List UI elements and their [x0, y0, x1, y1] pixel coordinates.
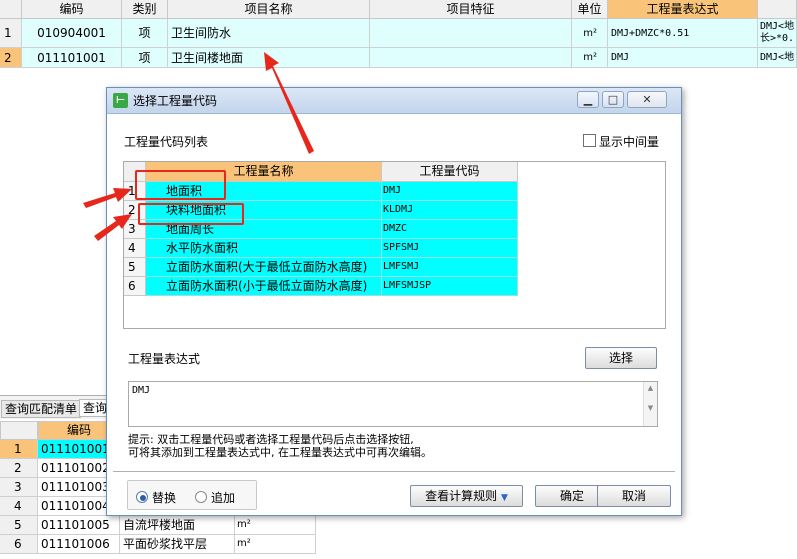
radio-append[interactable]: [195, 491, 207, 503]
list-row-number[interactable]: 4: [124, 239, 146, 258]
close-button[interactable]: ✕: [627, 91, 667, 108]
code-list-label: 工程量代码列表: [124, 135, 209, 149]
view-rules-label: 查看计算规则: [425, 489, 498, 503]
row-number: 1: [0, 19, 22, 48]
chevron-down-icon: ▼: [500, 493, 508, 503]
annotation-box-block-area: [138, 203, 244, 225]
row-extra[interactable]: DMJ<地长>*0.: [758, 19, 797, 48]
radio-dot: [140, 495, 146, 501]
row-number: 2: [0, 48, 22, 68]
show-intermediate-label: 显示中间量: [599, 135, 660, 149]
minimize-button[interactable]: ▁: [577, 91, 599, 108]
maximize-button[interactable]: □: [602, 91, 624, 108]
row-expression[interactable]: DMJ: [608, 48, 758, 68]
show-intermediate-checkbox[interactable]: [583, 134, 596, 147]
list-row-code[interactable]: LMFSMJ: [382, 258, 518, 277]
scroll-down-icon[interactable]: ▼: [644, 402, 657, 414]
list-row-number[interactable]: 5: [124, 258, 146, 277]
list-col-header-code[interactable]: 工程量代码: [382, 162, 518, 182]
col-header-feature[interactable]: 项目特征: [370, 0, 572, 19]
tab-query-match-list[interactable]: 查询匹配清单: [1, 400, 82, 418]
hint-line-1: 提示: 双击工程量代码或者选择工程量代码后点击选择按钮,: [128, 433, 414, 446]
row-extra[interactable]: DMJ<地: [758, 48, 797, 68]
hint-line-2: 可将其添加到工程量表达式中, 在工程量表达式中可再次编辑。: [128, 446, 432, 459]
radio-replace[interactable]: [136, 491, 148, 503]
row-type[interactable]: 项: [122, 19, 168, 48]
col-header-unit[interactable]: 单位: [572, 0, 608, 19]
row-type[interactable]: 项: [122, 48, 168, 68]
row-name[interactable]: 卫生间楼地面: [168, 48, 370, 68]
query-grid-corner: [0, 421, 38, 440]
row-feature[interactable]: [370, 48, 572, 68]
radio-append-label: 追加: [211, 491, 236, 505]
cancel-button[interactable]: 取消: [597, 485, 671, 507]
expression-scrollbar[interactable]: ▲ ▼: [643, 382, 657, 426]
expression-label: 工程量表达式: [128, 352, 201, 366]
query-row-number[interactable]: 1: [0, 440, 38, 459]
app-icon: ⊢: [113, 93, 128, 108]
list-row-code[interactable]: SPFSMJ: [382, 239, 518, 258]
row-code[interactable]: 011101001: [22, 48, 122, 68]
col-header-name[interactable]: 项目名称: [168, 0, 370, 19]
query-row-number[interactable]: 4: [0, 497, 38, 516]
col-header-type[interactable]: 类别: [122, 0, 168, 19]
list-row-name[interactable]: 立面防水面积(小于最低立面防水高度): [146, 277, 382, 296]
row-name[interactable]: 卫生间防水: [168, 19, 370, 48]
query-row-number[interactable]: 3: [0, 478, 38, 497]
radio-replace-label: 替换: [152, 491, 177, 505]
col-header-extra[interactable]: [758, 0, 797, 19]
query-row-number[interactable]: 6: [0, 535, 38, 554]
col-header-expression[interactable]: 工程量表达式: [608, 0, 758, 19]
row-expression[interactable]: DMJ+DMZC*0.51: [608, 19, 758, 48]
list-row-name[interactable]: 水平防水面积: [146, 239, 382, 258]
list-row-code[interactable]: KLDMJ: [382, 201, 518, 220]
row-feature[interactable]: [370, 19, 572, 48]
select-quantity-code-dialog: ⊢ 选择工程量代码 ▁ □ ✕ 工程量代码列表 显示中间量 工程量名称 工程量代…: [106, 87, 682, 516]
row-code[interactable]: 010904001: [22, 19, 122, 48]
grid-corner: [0, 0, 22, 19]
row-unit[interactable]: m²: [572, 48, 608, 68]
row-unit[interactable]: m²: [572, 19, 608, 48]
list-row-code[interactable]: DMZC: [382, 220, 518, 239]
list-row-code[interactable]: DMJ: [382, 182, 518, 201]
dialog-title: 选择工程量代码: [133, 94, 218, 108]
query-row-code[interactable]: 011101006: [38, 535, 120, 554]
select-button[interactable]: 选择: [585, 347, 657, 369]
scroll-up-icon[interactable]: ▲: [644, 382, 657, 394]
expression-textarea[interactable]: DMJ ▲ ▼: [128, 381, 658, 427]
query-row-number[interactable]: 2: [0, 459, 38, 478]
query-row-name[interactable]: 自流坪楼地面: [120, 516, 235, 535]
query-row-unit[interactable]: m²: [235, 516, 316, 535]
col-header-code[interactable]: 编码: [22, 0, 122, 19]
list-row-number[interactable]: 6: [124, 277, 146, 296]
expression-value: DMJ: [132, 385, 151, 396]
list-row-code[interactable]: LMFSMJSP: [382, 277, 518, 296]
query-row-number[interactable]: 5: [0, 516, 38, 535]
divider: [113, 471, 675, 472]
list-row-name[interactable]: 立面防水面积(大于最低立面防水高度): [146, 258, 382, 277]
close-icon: ✕: [642, 93, 652, 106]
minimize-icon: ▁: [583, 93, 593, 106]
query-row-unit[interactable]: m²: [235, 535, 316, 554]
dialog-titlebar[interactable]: ⊢ 选择工程量代码 ▁ □ ✕: [107, 88, 681, 114]
maximize-icon: □: [607, 93, 619, 106]
annotation-box-area: [135, 170, 226, 200]
query-row-code[interactable]: 011101005: [38, 516, 120, 535]
view-rules-button[interactable]: 查看计算规则 ▼: [410, 485, 523, 507]
query-row-name[interactable]: 平面砂浆找平层: [120, 535, 235, 554]
